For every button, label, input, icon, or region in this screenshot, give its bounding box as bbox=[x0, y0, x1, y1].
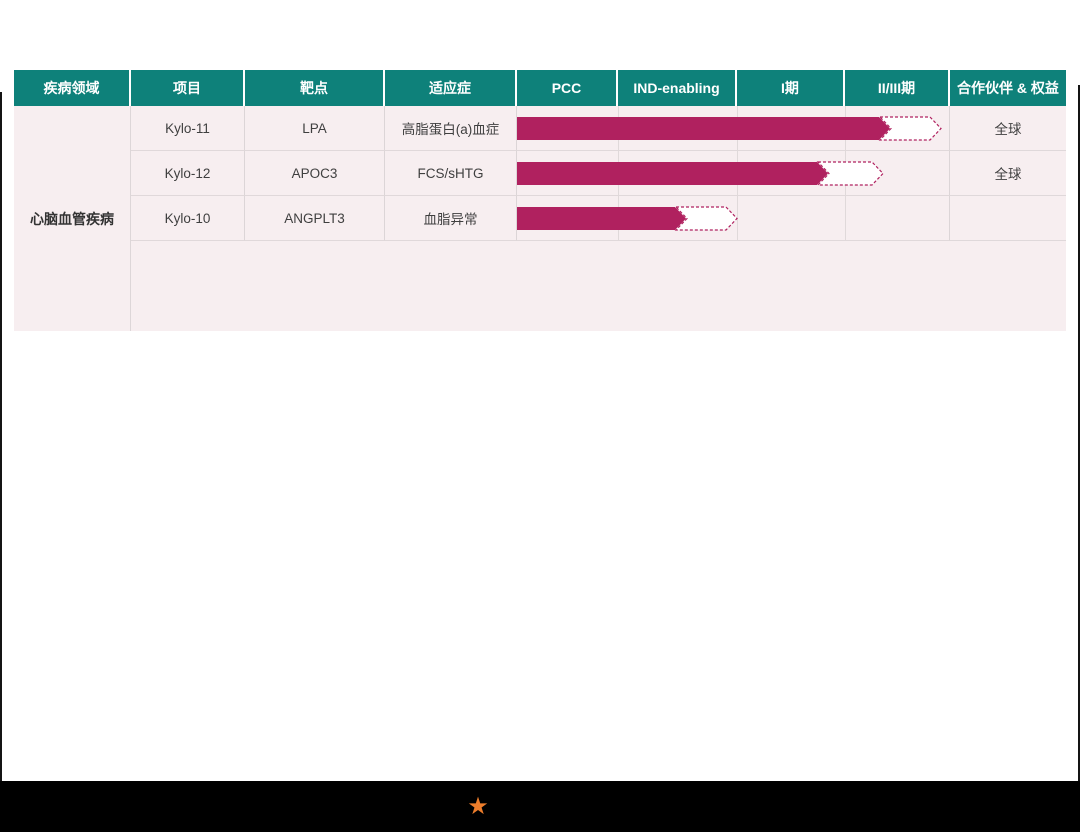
column-header: 疾病领域 bbox=[14, 70, 131, 106]
disease-group: 心脑血管疾病Kylo-11LPA高脂蛋白(a)血症全球Kylo-12APOC3F… bbox=[14, 106, 1066, 331]
project-label: Kylo-11 bbox=[165, 121, 210, 136]
column-header: I期 bbox=[737, 70, 845, 106]
left-edge-line bbox=[0, 92, 2, 781]
milestone-star-icon: ★ bbox=[467, 795, 489, 819]
disease-area-label: 心脑血管疾病 bbox=[14, 106, 131, 331]
target-cell: LPA bbox=[245, 106, 385, 151]
china-flag-icon bbox=[998, 208, 1018, 228]
progress-bar bbox=[517, 196, 950, 241]
target-cell: ANGPLT3 bbox=[245, 196, 385, 241]
column-header: 靶点 bbox=[245, 70, 385, 106]
indication-cell: FCS/sHTG bbox=[385, 151, 517, 196]
partner-rights-label: 全球 bbox=[995, 163, 1022, 183]
column-header: 合作伙伴 & 权益 bbox=[950, 70, 1066, 106]
column-header: PCC bbox=[517, 70, 618, 106]
partner-cell: 全球 bbox=[950, 151, 1066, 196]
project-cell: Kylo-12 bbox=[131, 151, 245, 196]
column-header: 适应症 bbox=[385, 70, 517, 106]
target-cell: APOC3 bbox=[245, 151, 385, 196]
stage-progress-cell bbox=[517, 196, 950, 241]
tasly-logo bbox=[998, 208, 1018, 228]
project-cell: Kylo-11 bbox=[131, 106, 245, 151]
partner-cell: 全球 bbox=[950, 106, 1066, 151]
column-header: IND-enabling bbox=[618, 70, 737, 106]
column-header: II/III期 bbox=[845, 70, 950, 106]
project-label: Kylo-10 bbox=[165, 211, 211, 226]
indication-cell: 高脂蛋白(a)血症 bbox=[385, 106, 517, 151]
indication-cell: 血脂异常 bbox=[385, 196, 517, 241]
progress-bar bbox=[517, 151, 950, 196]
pipeline-table: 疾病领域项目靶点适应症PCCIND-enablingI期II/III期合作伙伴 … bbox=[14, 70, 1066, 331]
pipeline-slide: 疾病领域项目靶点适应症PCCIND-enablingI期II/III期合作伙伴 … bbox=[0, 0, 1080, 832]
partner-rights-label: 全球 bbox=[995, 118, 1022, 138]
partner-cell bbox=[950, 196, 1066, 241]
footer-legend-bar: ★ bbox=[0, 781, 1080, 832]
project-cell: Kylo-10 bbox=[131, 196, 245, 241]
stage-progress-cell bbox=[517, 106, 950, 151]
project-label: Kylo-12 bbox=[165, 166, 211, 181]
progress-bar bbox=[517, 106, 950, 151]
table-header: 疾病领域项目靶点适应症PCCIND-enablingI期II/III期合作伙伴 … bbox=[14, 70, 1066, 106]
stage-progress-cell bbox=[517, 151, 950, 196]
pipeline-table-body: 心脑血管疾病Kylo-11LPA高脂蛋白(a)血症全球Kylo-12APOC3F… bbox=[14, 106, 1066, 331]
column-header: 项目 bbox=[131, 70, 245, 106]
